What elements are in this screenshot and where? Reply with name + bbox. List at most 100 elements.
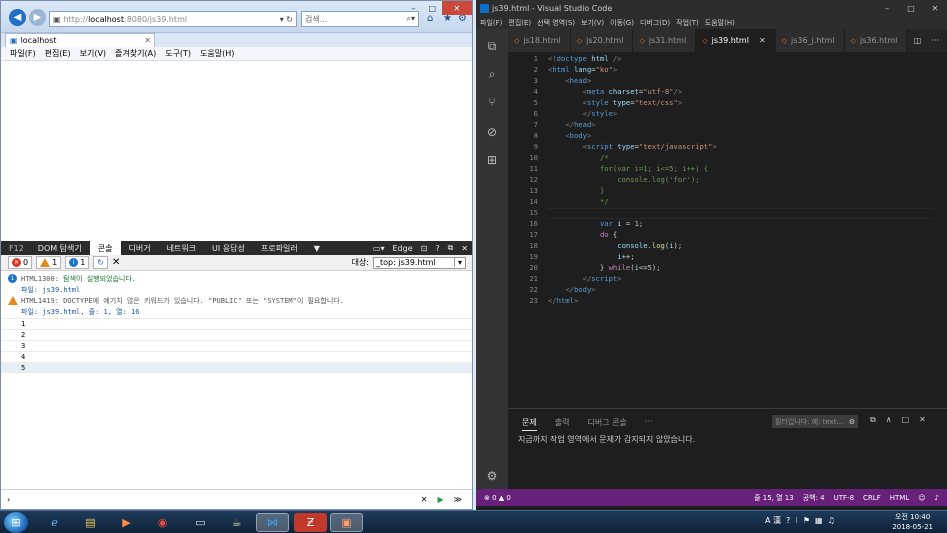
menu-debug[interactable]: 디버그(D) — [640, 18, 670, 28]
message-file[interactable]: 파일: js39.html, 줄: 1, 열: 16 — [21, 307, 139, 317]
clear-input-icon[interactable]: ✕ — [421, 495, 428, 504]
taskbar-clock[interactable]: 오전 10:40 2018-05-21 — [892, 512, 933, 532]
run-icon[interactable]: ▶ — [437, 495, 443, 504]
menu-edit[interactable]: 편집(E) — [45, 48, 71, 59]
tab-js18[interactable]: ◇ js18.html — [508, 29, 571, 52]
taskbar-vscode-icon[interactable]: ⋈ — [256, 513, 289, 532]
forward-button[interactable]: ▶ — [29, 9, 46, 26]
error-filter-button[interactable]: ✕ 0 — [8, 256, 33, 269]
target-dropdown[interactable]: _top: js39.html ▾ — [373, 256, 466, 269]
ie-tab[interactable]: ▣ localhost ✕ — [5, 33, 155, 47]
tab-js36-j[interactable]: ◇ js36_j.html — [775, 29, 845, 52]
menu-view[interactable]: 보기(V) — [581, 18, 604, 28]
tab-close-icon[interactable]: ✕ — [759, 36, 766, 45]
expand-icon[interactable]: ≫ — [454, 495, 462, 504]
panel-tab-output[interactable]: 출력 — [555, 417, 570, 431]
explorer-icon[interactable]: ⧉ — [485, 39, 499, 53]
help-icon[interactable]: ? — [786, 516, 790, 525]
menu-tasks[interactable]: 작업(T) — [676, 18, 699, 28]
menu-help[interactable]: 도움말(H) — [705, 18, 735, 28]
warning-filter-button[interactable]: 1 — [36, 256, 62, 269]
taskbar-ie-icon[interactable]: ℯ — [38, 513, 71, 532]
panel-more-button[interactable]: ··· — [645, 417, 653, 431]
maximize-panel-icon[interactable]: □ — [902, 415, 910, 425]
refresh-icon[interactable]: ▾ ↻ — [280, 15, 296, 24]
menu-help[interactable]: 도움말(H) — [200, 48, 234, 59]
console-toggle-icon[interactable]: ⊡ — [417, 244, 432, 253]
menu-selection[interactable]: 선택 영역(S) — [537, 18, 575, 28]
emulation-icon[interactable]: ▭▾ — [369, 244, 389, 253]
search-icon[interactable]: ⌕ — [485, 67, 499, 81]
menu-go[interactable]: 이동(G) — [610, 18, 634, 28]
devtools-close-icon[interactable]: ✕ — [457, 244, 472, 253]
help-icon[interactable]: ? — [431, 244, 443, 253]
taskbar-app-icon[interactable]: ▣ — [330, 513, 363, 532]
debug-icon[interactable]: ⊘ — [485, 125, 499, 139]
feedback-smiley-icon[interactable]: ☺ — [918, 494, 925, 502]
extensions-icon[interactable]: ⊞ — [485, 153, 499, 167]
clear-console-icon[interactable]: ✕ — [112, 257, 120, 268]
cursor-position[interactable]: 줄 15, 열 13 — [754, 493, 794, 503]
more-tabs-icon[interactable]: ▼ — [306, 241, 328, 255]
maximize-button[interactable]: □ — [423, 1, 442, 15]
taskbar-explorer-icon[interactable]: ▤ — [74, 513, 107, 532]
info-filter-button[interactable]: i 1 — [65, 256, 90, 269]
taskbar-chrome-icon[interactable]: ◉ — [146, 513, 179, 532]
problems-filter-input[interactable]: 필터입니다. 예: text... ⚙ — [772, 415, 858, 428]
taskbar-cmd-icon[interactable]: ▭ — [184, 513, 217, 532]
close-button[interactable]: ✕ — [441, 1, 472, 15]
error-icon[interactable]: ⊗ — [484, 494, 492, 502]
menu-favorites[interactable]: 즐겨찾기(A) — [115, 48, 156, 59]
close-button[interactable]: ✕ — [923, 0, 947, 17]
tab-js31[interactable]: ◇ js31.html — [633, 29, 697, 52]
tab-debugger[interactable]: 디버거 — [121, 241, 159, 255]
address-bar[interactable]: ▣ http://localhost:8080/js39.html ▾ ↻ — [49, 11, 297, 27]
menu-edit[interactable]: 편집(E) — [508, 18, 531, 28]
tray-dots-icon[interactable]: ⁝ — [795, 516, 798, 525]
tab-profiler[interactable]: 프로파일러 — [253, 241, 306, 255]
search-input[interactable]: 검색... ⌕▾ — [301, 11, 419, 27]
minimize-button[interactable]: – — [875, 0, 899, 17]
warning-icon[interactable]: ▲ — [497, 494, 507, 502]
tab-js39[interactable]: ◇ js39.html ✕ — [696, 29, 776, 52]
tab-console[interactable]: 콘솔 — [89, 241, 121, 255]
encoding[interactable]: UTF-8 — [834, 494, 854, 502]
settings-gear-icon[interactable]: ⚙ — [485, 469, 499, 483]
flag-icon[interactable]: ⚑ — [803, 516, 810, 525]
indentation[interactable]: 공백: 4 — [803, 493, 825, 503]
document-mode[interactable]: Edge — [388, 244, 416, 253]
more-actions-icon[interactable]: ··· — [931, 36, 939, 45]
console-input-bar[interactable]: › ✕ ▶ ≫ — [1, 489, 472, 509]
message-file[interactable]: 파일: js39.html — [21, 285, 80, 295]
tab-dom-explorer[interactable]: DOM 탐색기 — [30, 241, 90, 255]
tab-js20[interactable]: ◇ js20.html — [570, 29, 634, 52]
clear-on-navigate-button[interactable]: ↻ — [93, 256, 108, 269]
network-icon[interactable]: ▦ — [815, 516, 823, 525]
tab-close-icon[interactable]: ✕ — [144, 36, 154, 45]
tab-network[interactable]: 네트워크 — [159, 241, 204, 255]
taskbar-media-player-icon[interactable]: ▶ — [110, 513, 143, 532]
collapse-all-icon[interactable]: ⧉ — [870, 415, 876, 425]
volume-icon[interactable]: ♫ — [828, 516, 835, 525]
status-warnings[interactable]: 0 — [506, 494, 510, 502]
menu-file[interactable]: 파일(F) — [10, 48, 36, 59]
undock-icon[interactable]: ⧉ — [444, 243, 458, 253]
panel-tab-debug-console[interactable]: 디버그 콘솔 — [587, 417, 626, 431]
tab-js36[interactable]: ◇ js36.html — [844, 29, 908, 52]
back-button[interactable]: ◀ — [9, 9, 26, 26]
taskbar-filezilla-icon[interactable]: Ƶ — [294, 513, 327, 532]
search-icon[interactable]: ⌕▾ — [407, 14, 416, 24]
line-ending[interactable]: CRLF — [863, 494, 881, 502]
taskbar-java-icon[interactable]: ☕ — [220, 513, 253, 532]
language-mode[interactable]: HTML — [890, 494, 909, 502]
chevron-up-icon[interactable]: ∧ — [886, 415, 892, 425]
split-editor-icon[interactable]: ◫ — [914, 36, 922, 45]
start-button[interactable]: ⊞ — [4, 512, 28, 533]
menu-file[interactable]: 파일(F) — [480, 18, 502, 28]
ime-indicator[interactable]: A 漢 — [765, 515, 781, 526]
source-control-icon[interactable]: ⑂ — [485, 95, 499, 109]
maximize-button[interactable]: □ — [899, 0, 923, 17]
tab-ui-responsiveness[interactable]: UI 응답성 — [204, 241, 253, 255]
notifications-bell-icon[interactable]: ♪ — [935, 494, 939, 502]
close-panel-icon[interactable]: ✕ — [919, 415, 926, 425]
